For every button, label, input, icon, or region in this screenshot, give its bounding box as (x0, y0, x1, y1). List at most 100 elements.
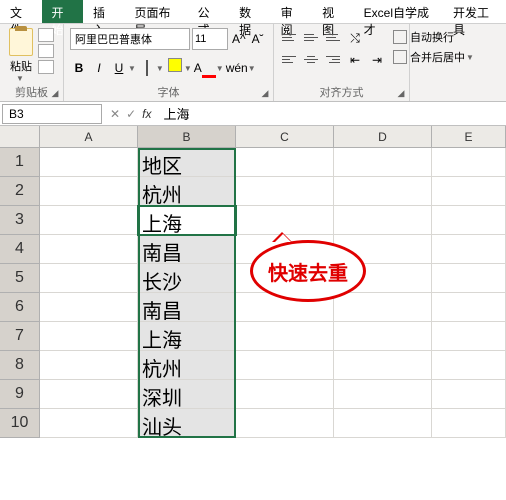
align-right-button[interactable] (324, 50, 342, 68)
cell-B8[interactable]: 杭州 (138, 351, 236, 380)
name-box[interactable] (2, 104, 102, 124)
column-header-C[interactable]: C (236, 126, 334, 148)
bold-button[interactable]: B (70, 58, 88, 78)
cell-C7[interactable] (236, 322, 334, 351)
format-painter-icon[interactable] (38, 60, 54, 74)
tab-insert[interactable]: 插入 (83, 0, 125, 23)
row-header-5[interactable]: 5 (0, 264, 40, 293)
cell-B2[interactable]: 杭州 (138, 177, 236, 206)
cell-A2[interactable] (40, 177, 138, 206)
font-size-input[interactable] (192, 28, 228, 50)
fx-icon[interactable]: fx (142, 107, 151, 121)
align-left-button[interactable] (280, 50, 298, 68)
formula-bar[interactable]: 上海 (157, 104, 506, 123)
cell-E9[interactable] (432, 380, 506, 409)
cell-B3[interactable]: 上海 (138, 206, 236, 235)
row-header-6[interactable]: 6 (0, 293, 40, 322)
fill-color-button[interactable] (166, 58, 184, 78)
cell-C9[interactable] (236, 380, 334, 409)
cell-C10[interactable] (236, 409, 334, 438)
tab-data[interactable]: 数据 (229, 0, 271, 23)
tab-file[interactable]: 文件 (0, 0, 42, 23)
cell-A8[interactable] (40, 351, 138, 380)
tab-layout[interactable]: 页面布局 (125, 0, 188, 23)
orientation-button[interactable]: ⤭ (346, 28, 364, 48)
cell-B4[interactable]: 南昌 (138, 235, 236, 264)
increase-font-icon[interactable]: A^ (230, 32, 248, 46)
chevron-down-icon[interactable]: ▼ (156, 64, 164, 73)
underline-button[interactable]: U (110, 58, 128, 78)
cell-D10[interactable] (334, 409, 432, 438)
cell-D7[interactable] (334, 322, 432, 351)
cell-A1[interactable] (40, 148, 138, 177)
chevron-down-icon[interactable]: ▼ (216, 64, 224, 73)
font-name-input[interactable] (70, 28, 190, 50)
cell-E2[interactable] (432, 177, 506, 206)
align-top-button[interactable] (280, 28, 298, 46)
cell-A5[interactable] (40, 264, 138, 293)
phonetic-button[interactable]: wén (226, 58, 248, 78)
cell-C2[interactable] (236, 177, 334, 206)
font-color-button[interactable]: A (194, 58, 216, 78)
indent-decrease-button[interactable]: ⇤ (346, 50, 364, 70)
chevron-down-icon[interactable]: ▼ (248, 64, 256, 73)
column-header-B[interactable]: B (138, 126, 236, 148)
row-header-8[interactable]: 8 (0, 351, 40, 380)
border-button[interactable] (138, 58, 156, 78)
row-header-4[interactable]: 4 (0, 235, 40, 264)
cell-B7[interactable]: 上海 (138, 322, 236, 351)
tab-view[interactable]: 视图 (312, 0, 354, 23)
tab-formula[interactable]: 公式 (188, 0, 230, 23)
row-header-2[interactable]: 2 (0, 177, 40, 206)
align-bottom-button[interactable] (324, 28, 342, 46)
paste-button[interactable]: 粘贴 ▼ (6, 26, 36, 83)
align-center-button[interactable] (302, 50, 320, 68)
tab-custom[interactable]: Excel自学成才 (354, 0, 443, 23)
font-launcher[interactable]: ◢ (259, 87, 271, 99)
cell-E8[interactable] (432, 351, 506, 380)
row-header-10[interactable]: 10 (0, 409, 40, 438)
cell-E6[interactable] (432, 293, 506, 322)
cell-C8[interactable] (236, 351, 334, 380)
cell-B5[interactable]: 长沙 (138, 264, 236, 293)
tab-dev[interactable]: 开发工具 (443, 0, 506, 23)
cell-E10[interactable] (432, 409, 506, 438)
cell-A7[interactable] (40, 322, 138, 351)
cut-icon[interactable] (38, 28, 54, 42)
cell-A3[interactable] (40, 206, 138, 235)
row-header-7[interactable]: 7 (0, 322, 40, 351)
cell-B1[interactable]: 地区 (138, 148, 236, 177)
wrap-text-button[interactable]: 自动换行 (390, 28, 477, 46)
cell-D2[interactable] (334, 177, 432, 206)
align-middle-button[interactable] (302, 28, 320, 46)
tab-review[interactable]: 审阅 (271, 0, 313, 23)
row-header-1[interactable]: 1 (0, 148, 40, 177)
cell-D8[interactable] (334, 351, 432, 380)
cell-A4[interactable] (40, 235, 138, 264)
italic-button[interactable]: I (90, 58, 108, 78)
indent-increase-button[interactable]: ⇥ (368, 50, 386, 70)
column-header-A[interactable]: A (40, 126, 138, 148)
merge-center-button[interactable]: 合并后居中▼ (390, 48, 477, 66)
enter-icon[interactable]: ✓ (126, 107, 136, 121)
row-header-9[interactable]: 9 (0, 380, 40, 409)
decrease-font-icon[interactable]: A˘ (250, 32, 266, 46)
cell-E7[interactable] (432, 322, 506, 351)
select-all-corner[interactable] (0, 126, 40, 148)
cell-D3[interactable] (334, 206, 432, 235)
column-header-D[interactable]: D (334, 126, 432, 148)
cell-B10[interactable]: 汕头 (138, 409, 236, 438)
cell-A6[interactable] (40, 293, 138, 322)
chevron-down-icon[interactable]: ▼ (128, 64, 136, 73)
cell-E4[interactable] (432, 235, 506, 264)
cell-C1[interactable] (236, 148, 334, 177)
cell-E5[interactable] (432, 264, 506, 293)
clipboard-launcher[interactable]: ◢ (49, 87, 61, 99)
cell-D1[interactable] (334, 148, 432, 177)
cell-E3[interactable] (432, 206, 506, 235)
align-launcher[interactable]: ◢ (395, 87, 407, 99)
cell-E1[interactable] (432, 148, 506, 177)
column-header-E[interactable]: E (432, 126, 506, 148)
cell-A10[interactable] (40, 409, 138, 438)
cell-A9[interactable] (40, 380, 138, 409)
